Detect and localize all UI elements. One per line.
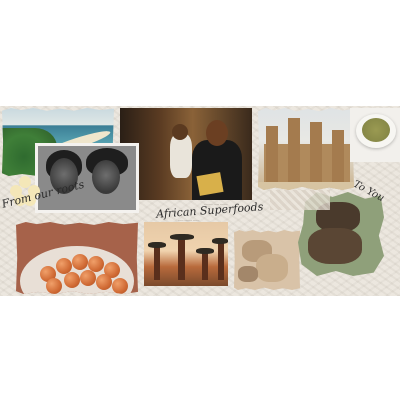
green-powder [362, 118, 390, 142]
mosque-tower [310, 122, 322, 184]
mosque-tower [288, 118, 300, 184]
baobab-trees-photo [144, 222, 228, 286]
paper-strip [270, 190, 330, 210]
baobab-crown [148, 242, 166, 248]
root-piece [238, 266, 258, 282]
baobab-trunk [178, 238, 185, 280]
child-face [172, 124, 188, 140]
fruit [46, 278, 62, 294]
root-piece [256, 254, 288, 282]
roots-photo [234, 230, 300, 290]
gold-cloth [196, 172, 224, 196]
mosque-tower [332, 130, 344, 184]
woman-face [92, 160, 120, 194]
small-caption: -------- ----- ------- [204, 202, 228, 206]
small-caption: ---------- --- [60, 222, 76, 226]
fruit [112, 278, 128, 294]
fruit [72, 254, 88, 270]
two-women-photo [38, 146, 136, 210]
fruit [64, 272, 80, 288]
fruit [96, 274, 112, 290]
baobab-trunk [154, 246, 160, 280]
mosque-tower [266, 126, 278, 184]
small-caption: ----- ------- ------ [178, 218, 200, 222]
mother-face [206, 120, 228, 146]
baobab-crown [212, 238, 228, 244]
orange-fruits-plate-photo [16, 222, 138, 294]
fruit [80, 270, 96, 286]
baobab-crown [170, 234, 194, 240]
hand-shape [308, 228, 362, 264]
child-figure [170, 134, 192, 178]
green-powder-bowl-photo [350, 108, 400, 162]
baobab-crown [196, 248, 214, 254]
mother-and-child-photo [120, 108, 252, 200]
mud-mosque-photo [258, 108, 354, 190]
baobab-trunk [202, 250, 208, 280]
baobab-trunk [218, 242, 224, 280]
